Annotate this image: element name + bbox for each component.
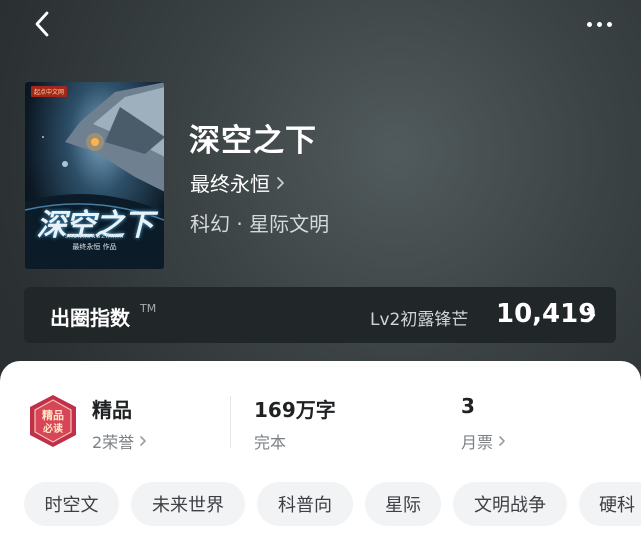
honors-link[interactable]: 2荣誉 — [92, 429, 147, 453]
chevron-right-icon — [586, 307, 596, 323]
author-link[interactable]: 最终永恒 — [190, 168, 285, 197]
tag-chip[interactable]: 硬科 — [579, 482, 641, 526]
stat-monthly-ticket-sub: 月票 — [461, 433, 494, 452]
tag-chip[interactable]: 文明战争 — [453, 482, 567, 526]
book-cover[interactable]: 起点中文网 — [25, 82, 164, 269]
popularity-index-bar[interactable]: 出圈指数 TM Lv2初露锋芒 10,419 — [24, 287, 616, 343]
stat-quality-title: 精品 — [92, 398, 132, 422]
quality-badge-icon: 精品 必读 — [30, 395, 76, 447]
stat-divider — [230, 396, 231, 448]
monthly-ticket-link[interactable]: 月票 — [461, 429, 506, 453]
chevron-left-icon — [35, 11, 49, 37]
index-level: Lv2初露锋芒 — [370, 310, 469, 330]
book-title: 深空之下 — [189, 123, 317, 159]
tag-chip[interactable]: 时空文 — [24, 482, 119, 526]
top-bar — [0, 0, 641, 52]
stat-quality-sub: 2荣誉 — [92, 433, 135, 452]
stat-monthly-ticket-title: 3 — [461, 394, 475, 418]
tag-list: 时空文 未来世界 科普向 星际 文明战争 硬科 — [24, 482, 641, 526]
index-label: 出圈指数 — [50, 306, 130, 330]
author-name: 最终永恒 — [190, 172, 270, 196]
book-genre: 科幻 · 星际文明 — [190, 212, 330, 236]
chevron-right-icon — [277, 176, 284, 189]
back-button[interactable] — [24, 6, 60, 42]
index-value: 10,419 — [496, 299, 597, 329]
stat-wordcount-title: 169万字 — [254, 398, 336, 422]
tag-chip[interactable]: 科普向 — [257, 482, 353, 526]
chevron-right-icon — [499, 436, 505, 446]
more-horizontal-icon — [586, 21, 592, 27]
tag-chip[interactable]: 星际 — [365, 482, 441, 526]
tag-chip[interactable]: 未来世界 — [131, 482, 245, 526]
badge-text-line1: 精品 — [42, 408, 64, 422]
more-button[interactable] — [578, 8, 620, 40]
cover-art — [25, 82, 164, 269]
stat-wordcount-sub: 完本 — [254, 433, 287, 452]
info-panel: 精品 必读 精品 2荣誉 169万字 完本 3 月票 时空文 未来世界 科普向 … — [0, 361, 641, 544]
badge-text-line2: 必读 — [42, 422, 63, 435]
cover-publisher: 起点中文网 — [31, 86, 68, 97]
chevron-right-icon — [140, 436, 146, 446]
trademark-mark: TM — [140, 302, 157, 315]
